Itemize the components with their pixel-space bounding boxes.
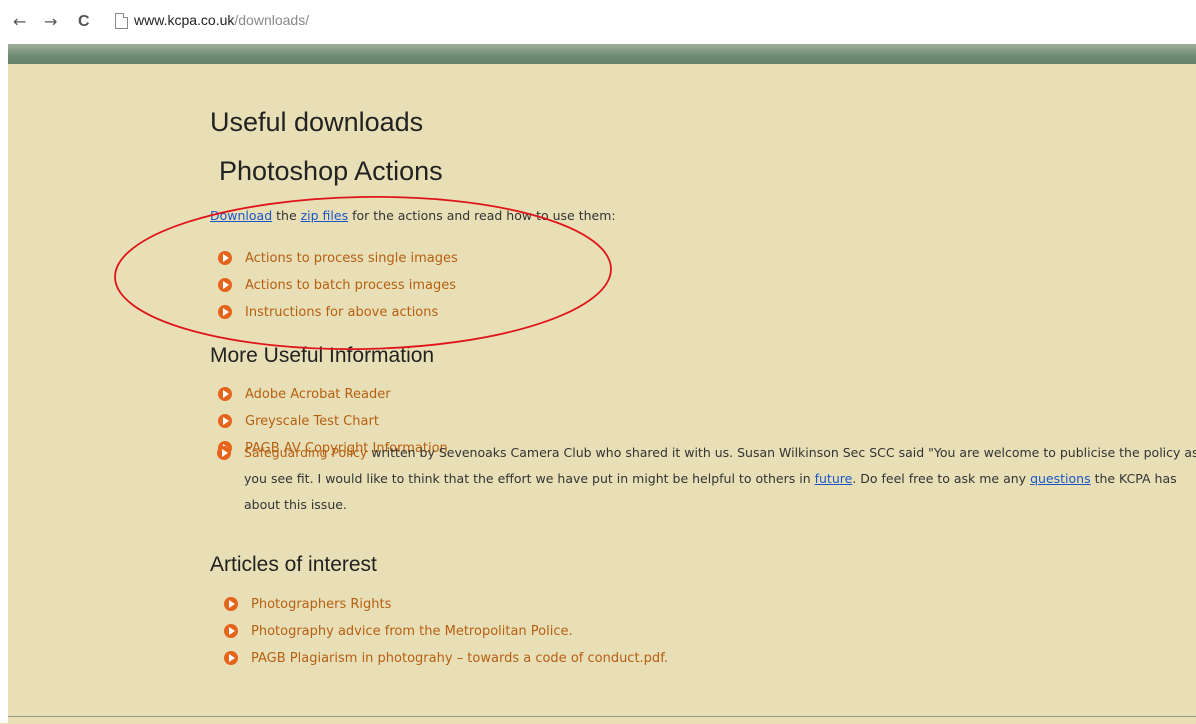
play-bullet-icon <box>218 414 232 428</box>
articles-list: Photographers Rights Photography advice … <box>224 591 668 672</box>
list-item[interactable]: Adobe Acrobat Reader <box>218 381 448 408</box>
list-item[interactable]: Photographers Rights <box>224 591 668 618</box>
play-bullet-icon <box>218 305 232 319</box>
reload-icon[interactable]: C <box>78 13 90 31</box>
play-bullet-icon <box>224 624 238 638</box>
url-text[interactable]: www.kcpa.co.uk/downloads/ <box>134 12 309 28</box>
play-bullet-icon <box>218 387 232 401</box>
list-item[interactable]: Greyscale Test Chart <box>218 408 448 435</box>
back-icon[interactable]: ← <box>13 13 26 31</box>
play-bullet-icon <box>217 446 231 460</box>
more-info-heading: More Useful Information <box>210 344 435 367</box>
play-bullet-icon <box>218 278 232 292</box>
questions-link[interactable]: questions <box>1030 471 1091 486</box>
address-bar[interactable]: www.kcpa.co.uk/downloads/ <box>107 6 1196 36</box>
page-icon <box>115 13 128 29</box>
browser-toolbar: ← → C www.kcpa.co.uk/downloads/ <box>0 0 1196 45</box>
site-header-band <box>8 44 1196 64</box>
safeguarding-item: Safeguarding Policy written by Sevenoaks… <box>217 440 1196 518</box>
future-link[interactable]: future <box>815 471 853 486</box>
list-item[interactable]: Photography advice from the Metropolitan… <box>224 618 668 645</box>
play-bullet-icon <box>224 597 238 611</box>
left-margin <box>0 44 8 723</box>
photoshop-actions-heading: Photoshop Actions <box>219 156 443 186</box>
play-bullet-icon <box>218 251 232 265</box>
zip-files-link[interactable]: zip files <box>301 208 349 223</box>
list-item[interactable]: Actions to process single images <box>218 245 458 272</box>
page-title: Useful downloads <box>210 107 424 137</box>
forward-icon[interactable]: → <box>44 13 57 31</box>
safeguarding-policy-link[interactable]: Safeguarding Policy <box>244 445 367 460</box>
list-item[interactable]: PAGB Plagiarism in photograhy – towards … <box>224 645 668 672</box>
download-link[interactable]: Download <box>210 208 272 223</box>
actions-list: Actions to process single images Actions… <box>218 245 458 326</box>
list-item[interactable]: Actions to batch process images <box>218 272 458 299</box>
actions-intro: Download the zip files for the actions a… <box>210 208 616 223</box>
list-item[interactable]: Instructions for above actions <box>218 299 458 326</box>
articles-heading: Articles of interest <box>210 553 377 576</box>
play-bullet-icon <box>224 651 238 665</box>
